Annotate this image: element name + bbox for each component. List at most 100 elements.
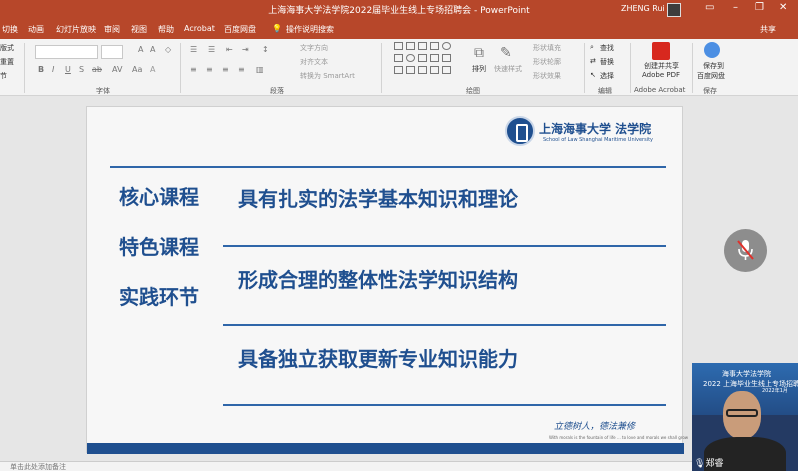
align-center-icon[interactable]: ≡ <box>206 65 213 74</box>
shadow-icon[interactable]: S <box>79 65 84 74</box>
find-icon[interactable]: ⌕ <box>590 43 594 52</box>
line-spacing-icon[interactable]: ↕ <box>262 45 269 54</box>
motto-english: With morals is the fountain of life ... … <box>549 435 689 440</box>
underline-icon[interactable]: U <box>65 65 71 74</box>
left-label-practice: 实践环节 <box>119 285 199 309</box>
align-left-icon[interactable]: ≡ <box>190 65 197 74</box>
group-separator <box>692 43 693 93</box>
tab-acrobat[interactable]: Acrobat <box>184 24 215 33</box>
decrease-font-icon[interactable]: A <box>150 45 155 54</box>
font-size-select[interactable] <box>101 45 123 59</box>
font-color-icon[interactable]: A <box>150 65 155 74</box>
divider-line <box>110 166 666 168</box>
divider-line <box>223 404 666 406</box>
change-case-icon[interactable]: Aa <box>132 65 142 74</box>
replace-button[interactable]: 替换 <box>600 57 614 67</box>
create-share-pdf-label: Adobe PDF <box>642 71 681 79</box>
group-label-font: 字体 <box>96 87 110 95</box>
shape-outline-button[interactable]: 形状轮廓 <box>533 57 561 67</box>
increase-font-icon[interactable]: A <box>138 45 143 54</box>
tab-help[interactable]: 帮助 <box>158 24 174 35</box>
ribbon-display-icon[interactable]: ▭ <box>705 2 714 13</box>
group-label-drawing: 绘图 <box>466 87 480 95</box>
shape-fill-button[interactable]: 形状填充 <box>533 43 561 53</box>
mic-muted-button[interactable] <box>724 229 767 272</box>
divider-line <box>223 324 666 326</box>
minimize-icon[interactable]: – <box>733 2 738 13</box>
point-text: 具有扎实的法学基本知识和理论 <box>238 187 518 211</box>
motto-text: 立德树人，德法兼修 <box>554 422 636 432</box>
tab-review[interactable]: 审阅 <box>104 24 120 35</box>
smartart-button[interactable]: 转换为 SmartArt <box>300 71 355 81</box>
increase-indent-icon[interactable]: ⇥ <box>242 45 249 54</box>
strikethrough-icon[interactable]: ab <box>92 65 102 74</box>
close-icon[interactable]: ✕ <box>779 2 787 13</box>
reset-button[interactable]: 重置 <box>0 57 14 67</box>
participant-video[interactable]: 海事大学法学院 2022 上海毕业生线上专场招聘会 2022年1月 🎙郑睿 <box>692 363 798 471</box>
group-separator <box>180 43 181 93</box>
font-name-select[interactable] <box>35 45 98 59</box>
layout-button[interactable]: 版式 <box>0 43 14 53</box>
avatar[interactable] <box>667 3 681 17</box>
slide[interactable]: 上海海事大学 法学院 School of Law Shanghai Mariti… <box>86 106 688 454</box>
group-label-save: 保存 <box>703 87 717 95</box>
align-right-icon[interactable]: ≡ <box>222 65 229 74</box>
share-button[interactable]: 共享 <box>760 24 776 35</box>
group-label-acrobat: Adobe Acrobat <box>634 86 686 94</box>
italic-icon[interactable]: I <box>52 65 54 74</box>
group-label-editing: 编辑 <box>598 87 612 95</box>
quick-styles-icon[interactable]: ✎ <box>500 45 512 61</box>
clear-format-icon[interactable]: ◇ <box>165 45 171 54</box>
find-button[interactable]: 查找 <box>600 43 614 53</box>
left-label-core: 核心课程 <box>119 185 199 209</box>
adobe-pdf-icon[interactable] <box>652 42 670 60</box>
banner-text: 2022年1月 <box>762 388 788 394</box>
restore-icon[interactable]: ❐ <box>755 2 764 13</box>
divider-line <box>223 245 666 247</box>
point-text: 形成合理的整体性法学知识结构 <box>238 268 518 292</box>
notes-pane[interactable]: 单击此处添加备注 <box>0 461 692 471</box>
group-separator <box>584 43 585 93</box>
justify-icon[interactable]: ≡ <box>238 65 245 74</box>
replace-icon[interactable]: ⇄ <box>590 57 596 65</box>
columns-icon[interactable]: ▥ <box>256 65 264 74</box>
tab-baidu-netdisk[interactable]: 百度网盘 <box>224 24 256 35</box>
align-text-button[interactable]: 对齐文本 <box>300 57 328 67</box>
char-spacing-icon[interactable]: AV <box>112 65 122 74</box>
shapes-gallery[interactable] <box>394 42 464 76</box>
menu-bar: 切换 动画 幻灯片放映 审阅 视图 帮助 Acrobat 百度网盘 💡 操作说明… <box>0 20 798 39</box>
tab-animations[interactable]: 动画 <box>28 24 44 35</box>
decrease-indent-icon[interactable]: ⇤ <box>226 45 233 54</box>
save-to-netdisk-button[interactable]: 保存到 <box>703 61 724 71</box>
baidu-netdisk-icon[interactable] <box>704 42 720 58</box>
lightbulb-icon: 💡 <box>272 24 282 33</box>
slide-footer-band <box>87 443 684 454</box>
numbering-icon[interactable]: ☰ <box>208 45 215 54</box>
participant-glasses <box>726 409 758 417</box>
tab-view[interactable]: 视图 <box>131 24 147 35</box>
bullets-icon[interactable]: ☰ <box>190 45 197 54</box>
select-icon[interactable]: ↖ <box>590 71 596 79</box>
tab-slideshow[interactable]: 幻灯片放映 <box>56 24 96 35</box>
group-separator <box>630 43 631 93</box>
section-button[interactable]: 节 <box>0 71 7 81</box>
point-text: 具备独立获取更新专业知识能力 <box>238 347 518 371</box>
mic-off-icon <box>737 240 754 260</box>
user-name[interactable]: ZHENG Rui <box>621 4 665 13</box>
university-emblem-icon <box>505 116 535 146</box>
notes-placeholder: 单击此处添加备注 <box>10 463 66 471</box>
arrange-icon[interactable]: ⧉ <box>474 45 484 61</box>
bold-icon[interactable]: B <box>38 65 44 74</box>
shape-effects-button[interactable]: 形状效果 <box>533 71 561 81</box>
participant-name: 🎙郑睿 <box>694 459 724 469</box>
tell-me-search[interactable]: 操作说明搜索 <box>286 24 334 35</box>
select-button[interactable]: 选择 <box>600 71 614 81</box>
logo-chinese: 上海海事大学 法学院 <box>539 122 652 136</box>
create-share-pdf-button[interactable]: 创建并共享 <box>644 61 679 71</box>
mic-icon: 🎙 <box>694 459 706 469</box>
quick-styles-button[interactable]: 快速样式 <box>494 64 522 74</box>
text-direction-button[interactable]: 文字方向 <box>300 43 328 53</box>
tab-transitions[interactable]: 切换 <box>2 24 18 35</box>
arrange-button[interactable]: 排列 <box>472 64 486 74</box>
group-label-paragraph: 段落 <box>270 87 284 95</box>
